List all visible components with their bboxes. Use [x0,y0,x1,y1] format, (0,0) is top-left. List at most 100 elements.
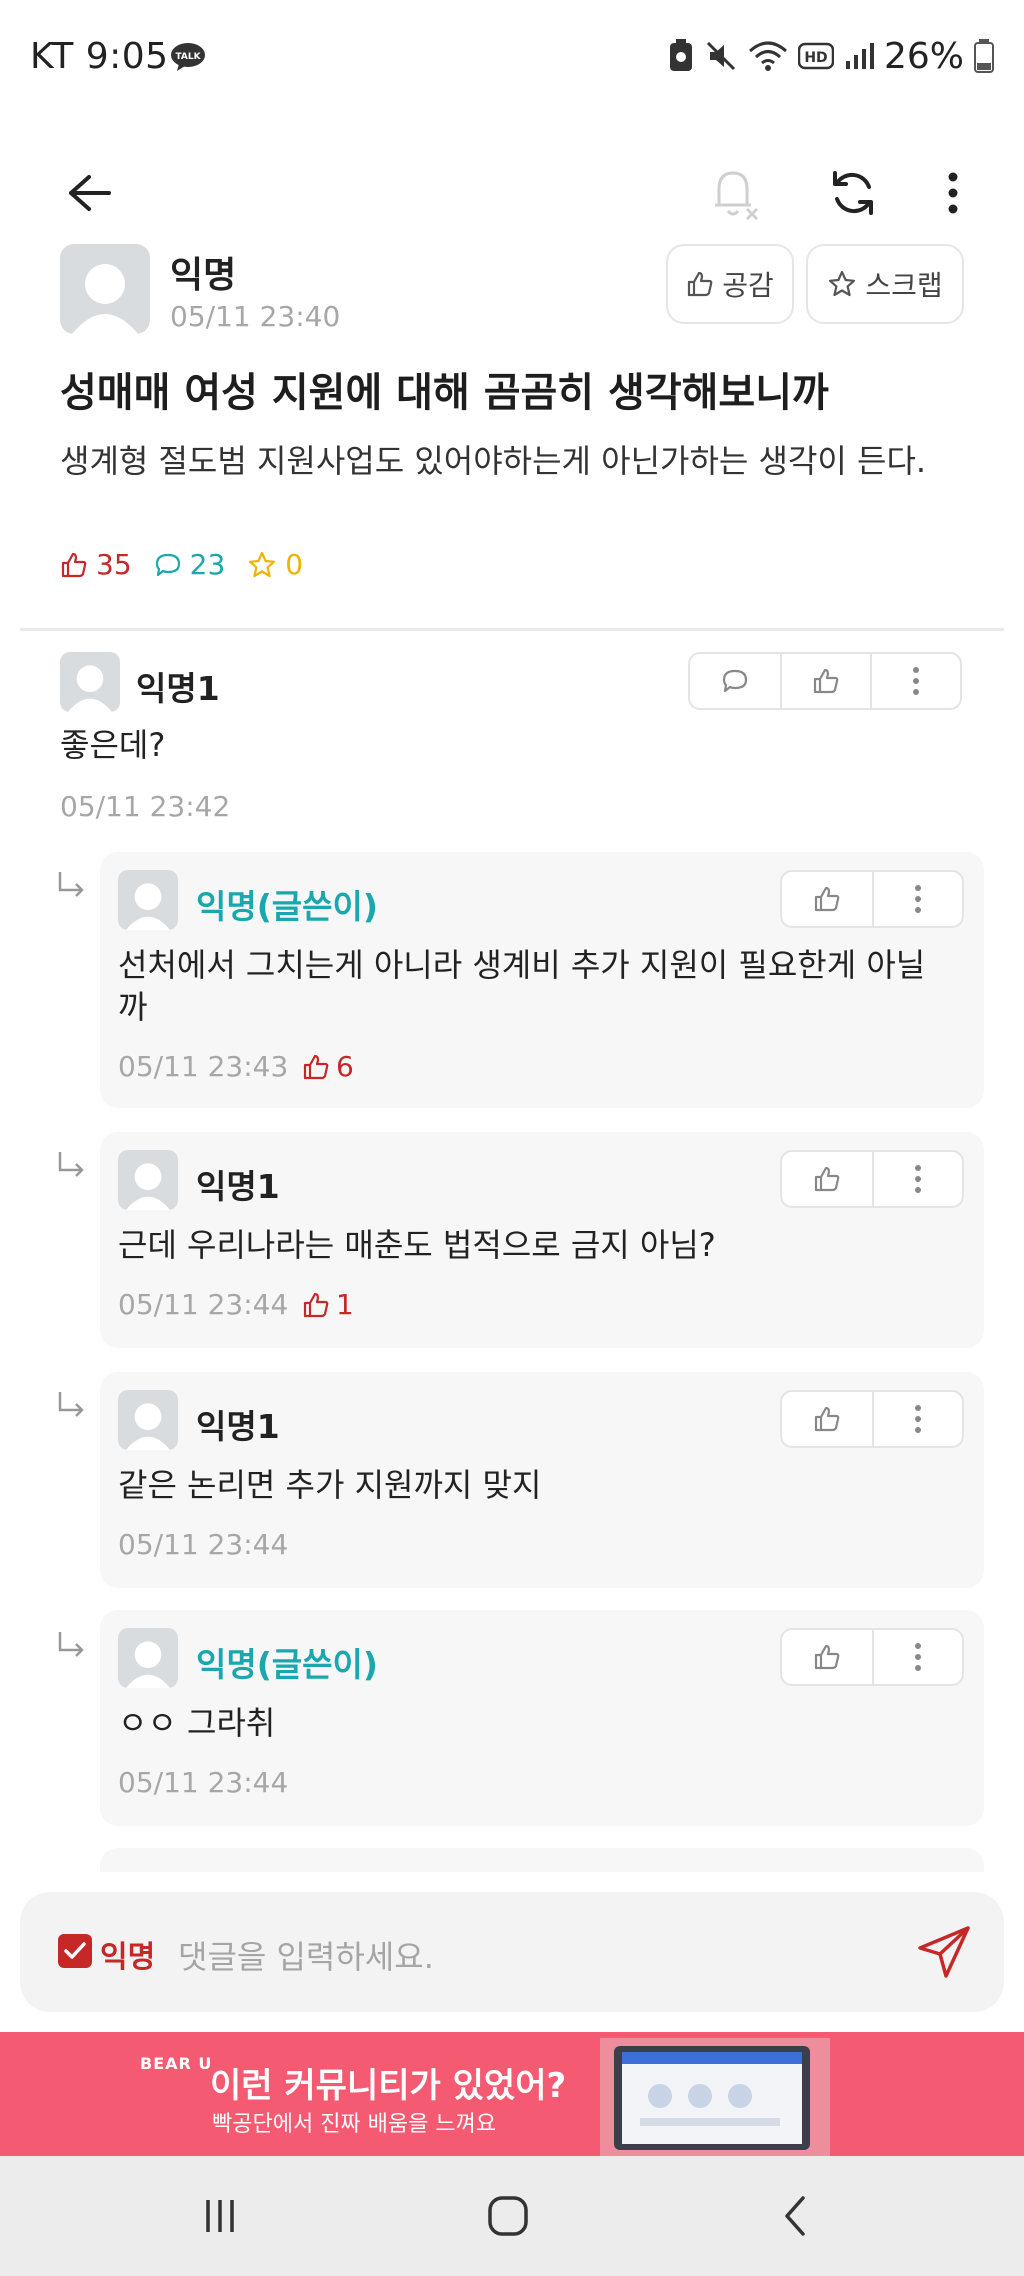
thumbs-up-icon [813,668,839,694]
anonymous-checkbox[interactable] [58,1934,92,1968]
reply-timestamp: 05/11 23:43 [118,1050,289,1083]
recent-apps-icon [206,2200,234,2232]
reply-arrow-icon [58,1392,84,1417]
comment-input-bar: 익명 댓글을 입력하세요. [20,1892,1004,2012]
scrap-label: 스크랩 [865,269,943,302]
reply-button[interactable] [690,654,780,708]
reply-like-number: 6 [336,1050,354,1083]
recent-apps-button[interactable] [180,2186,260,2246]
anonymous-avatar-icon [126,1641,170,1688]
anonymous-avatar-icon [126,1403,170,1450]
reply-arrow-icon [58,1152,84,1177]
reply-actions [780,1390,964,1448]
wifi-icon [748,41,787,71]
comment-count-stat: 23 [154,548,226,581]
status-bar: KT 9:05 TALK HD 26% [0,0,1024,118]
like-count: 35 [96,548,132,581]
thumbs-up-icon [814,886,840,912]
reply-like-button[interactable] [782,1392,872,1446]
reply-text: 같은 논리면 추가 지원까지 맞지 [118,1466,542,1504]
comment-input-field[interactable]: 댓글을 입력하세요. [178,1932,434,1978]
more-vertical-icon [915,1405,921,1433]
reply-more-button[interactable] [872,1152,962,1206]
reply-timestamp: 05/11 23:44 [118,1766,289,1799]
ad-subline: 빡공단에서 진짜 배움을 느껴요 [212,2112,497,2137]
comment-count: 23 [189,548,226,581]
comment-bubble-icon [155,553,180,576]
more-vertical-icon [915,885,921,913]
post-body: 생계형 절도범 지원사업도 있어야하는게 아닌가하는 생각이 든다. [60,442,927,480]
star-outline-icon [249,551,276,577]
reply-like-button[interactable] [782,1152,872,1206]
arrow-left-icon [69,175,111,211]
reply-card: 익명(글쓴이) 선처에서 그치는게 아니라 생계비 추가 지원이 필요한게 아닐… [100,852,984,1108]
scrap-count-stat: 0 [247,548,303,581]
thumbs-up-icon [814,1644,840,1670]
comment-author: 익명1 [136,669,220,708]
anonymous-avatar-icon [68,665,112,712]
post-stats: 35 23 0 [60,548,303,581]
post-author-name: 익명 [170,255,237,296]
anonymous-label[interactable]: 익명 [100,1932,155,1976]
mute-icon [706,41,736,71]
hd-voice-icon: HD [797,42,834,70]
checkmark-icon [64,1942,86,1959]
reply-author: 익명1 [196,1407,280,1446]
anonymous-avatar-icon [72,264,138,334]
send-icon[interactable] [914,1922,974,1982]
post-timestamp: 05/11 23:40 [170,300,341,333]
comment-like-button[interactable] [780,654,870,708]
reply-more-button[interactable] [872,1392,962,1446]
reply-author-writer: 익명(글쓴이) [196,1645,378,1684]
home-button[interactable] [468,2186,548,2246]
kakaotalk-notification-icon: TALK [171,43,205,71]
reply-timestamp: 05/11 23:44 [118,1288,289,1321]
laptop-image [600,2038,830,2156]
reply-author: 익명1 [196,1167,280,1206]
reply-avatar [118,1628,178,1688]
svg-text:TALK: TALK [175,52,201,62]
reply-actions [780,1150,964,1208]
ad-headline: 이런 커뮤니티가 있었어? [210,2066,567,2106]
system-back-button[interactable] [756,2186,836,2246]
thumbs-up-icon [814,1406,840,1432]
scrap-button[interactable]: 스크랩 [806,244,964,324]
reply-text: ㅇㅇ 그라취 [118,1704,276,1742]
signal-icon [845,43,874,69]
reply-avatar [118,1150,178,1210]
empathy-button[interactable]: 공감 [666,244,794,324]
reply-card: 익명1 근데 우리나라는 매춘도 법적으로 금지 아님? 05/11 23:44… [100,1132,984,1348]
status-time: KT 9:05 [30,36,169,77]
thumbs-up-icon [61,552,87,577]
post-divider [20,628,1004,631]
reply-actions [780,870,964,928]
star-outline-icon [829,270,856,297]
comment-more-button[interactable] [870,654,960,708]
anonymous-avatar-icon [126,883,170,930]
reply-like-button[interactable] [782,1630,872,1684]
more-vertical-icon [915,1643,921,1671]
bell-off-icon [715,171,759,221]
comment-timestamp: 05/11 23:42 [60,790,231,823]
comment-actions [688,652,962,710]
reply-timestamp: 05/11 23:44 [118,1528,289,1561]
reply-avatar [118,1390,178,1450]
more-vertical-icon [915,1165,921,1193]
empathy-label: 공감 [722,269,774,302]
svg-text:HD: HD [804,50,827,66]
thumbs-up-icon [303,1054,329,1079]
reply-more-button[interactable] [872,1630,962,1684]
ad-banner[interactable]: BEAR U 이런 커뮤니티가 있었어? 빡공단에서 진짜 배움을 느껴요 [0,2032,1024,2156]
ad-brand: BEAR U [140,2054,213,2073]
reply-like-button[interactable] [782,872,872,926]
refresh-icon [833,171,873,215]
battery-percent: 26% [883,35,964,77]
system-navigation-bar [0,2156,1024,2276]
like-count-stat: 35 [60,548,132,581]
reply-more-button[interactable] [872,872,962,926]
reply-author-writer: 익명(글쓴이) [196,887,378,926]
home-icon [488,2196,528,2236]
more-vertical-icon [913,667,919,695]
thumbs-up-icon [688,271,713,297]
post-title: 성매매 여성 지원에 대해 곰곰히 생각해보니까 [60,370,829,416]
